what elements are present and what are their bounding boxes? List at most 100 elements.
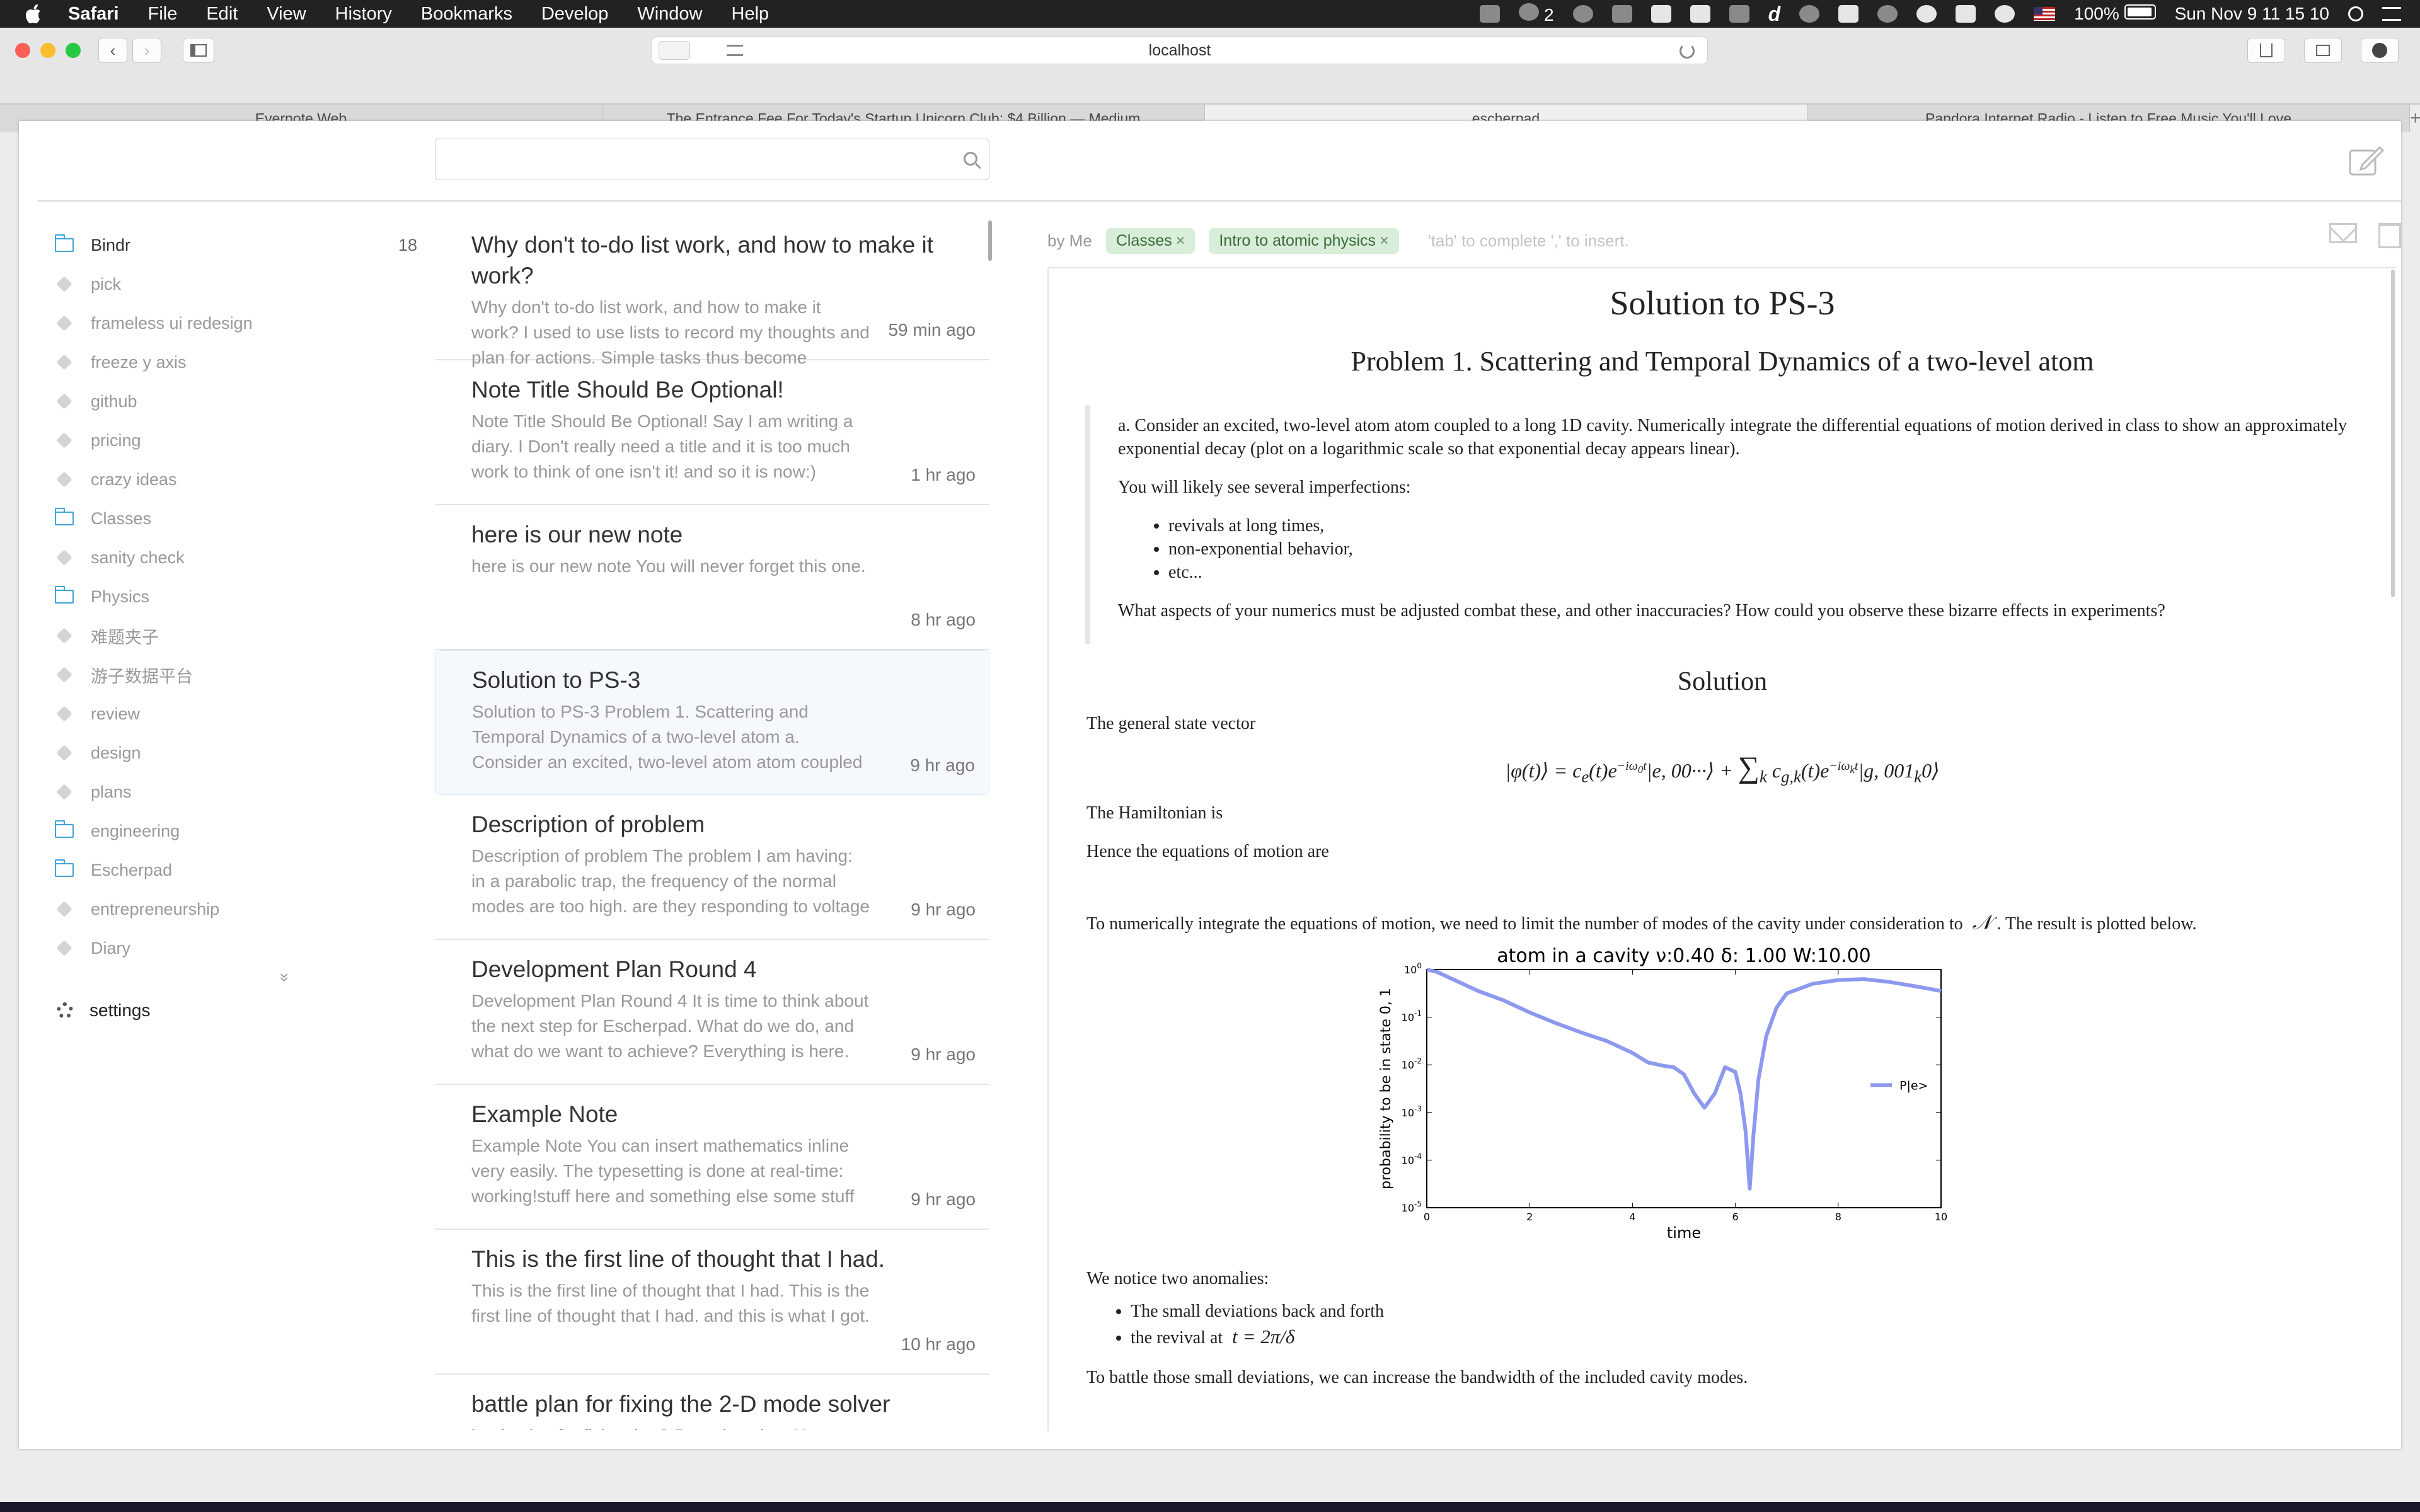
sidebar-item-folder[interactable]: Classes <box>52 499 417 538</box>
close-window-button[interactable] <box>15 43 30 58</box>
bluetooth-icon[interactable] <box>1916 5 1937 23</box>
note-list-item[interactable]: Why don't to-do list work, and how to ma… <box>435 215 989 367</box>
sidebar-item-tag[interactable]: frameless ui redesign <box>52 304 417 343</box>
wifi-icon[interactable] <box>1995 5 2015 23</box>
spotlight-icon[interactable] <box>2348 6 2363 21</box>
sidebar-item-tag[interactable]: 难题夹子 <box>52 616 417 655</box>
sidebar-item-tag[interactable]: 游子数据平台 <box>52 655 417 694</box>
note-list-item[interactable]: This is the first line of thought that I… <box>435 1230 989 1375</box>
tabs-overview-button[interactable] <box>2304 38 2342 63</box>
trash-icon[interactable] <box>2378 223 2401 248</box>
notification-status[interactable]: 2 <box>1519 3 1554 25</box>
reader-icon[interactable] <box>727 45 743 56</box>
menu-view[interactable]: View <box>267 4 306 25</box>
menu-develop[interactable]: Develop <box>541 4 608 25</box>
sidebar-item-tag[interactable]: freeze y axis <box>52 343 417 382</box>
menu-edit[interactable]: Edit <box>206 4 238 25</box>
menu-history[interactable]: History <box>335 4 392 25</box>
apple-icon[interactable] <box>0 3 68 25</box>
sidebar-item-tag[interactable]: sanity check <box>52 538 417 577</box>
d-app-icon[interactable]: d <box>1768 3 1781 26</box>
sidebar-icon <box>190 44 207 57</box>
anomaly-list: The small deviations back and forth the … <box>1131 1299 2396 1351</box>
sidebar-item-folder[interactable]: Physics <box>52 577 417 616</box>
dropbox-icon[interactable] <box>1651 5 1671 23</box>
sidebar-item-tag[interactable]: crazy ideas <box>52 460 417 499</box>
forward-button[interactable]: › <box>132 38 161 63</box>
mail-icon[interactable] <box>2329 223 2357 243</box>
notification-center-icon[interactable] <box>2382 7 2401 21</box>
screen-status-icon[interactable] <box>1729 5 1749 23</box>
note-list-item[interactable]: Solution to PS-3 Solution to PS-3 Problem… <box>435 650 989 795</box>
settings-link[interactable]: settings <box>52 993 417 1028</box>
time-machine-icon[interactable] <box>1877 5 1898 23</box>
sidebar-item-tag[interactable]: entrepreneurship <box>52 890 417 929</box>
note-list-scrollbar[interactable] <box>988 220 992 261</box>
note-title: battle plan for fixing the 2-D mode solv… <box>471 1391 890 1417</box>
note-list-item[interactable]: Note Title Should Be Optional! Note Title… <box>435 360 989 505</box>
clock[interactable]: Sun Nov 9 11 15 10 <box>2175 4 2329 24</box>
document-scrollbar[interactable] <box>2391 270 2395 597</box>
menu-help[interactable]: Help <box>732 4 769 25</box>
tag-input[interactable]: 'tab' to complete ',' to insert. <box>1428 231 1629 251</box>
tag-chip-atomic-physics[interactable]: Intro to atomic physics × <box>1209 227 1399 254</box>
sidebar-item-folder[interactable]: Escherpad <box>52 850 417 890</box>
sidebar-item-tag[interactable]: pricing <box>52 421 417 460</box>
x-tick-label: 4 <box>1629 1211 1635 1223</box>
menu-window[interactable]: Window <box>637 4 702 25</box>
sidebar-item-tag[interactable]: plans <box>52 772 417 811</box>
reload-icon[interactable] <box>1680 43 1695 59</box>
tag-chip-classes[interactable]: Classes × <box>1105 227 1196 254</box>
compose-button[interactable] <box>2348 145 2385 176</box>
x-tick-label: 0 <box>1424 1211 1430 1223</box>
menu-app-name[interactable]: Safari <box>68 4 119 25</box>
sidebar-item-tag[interactable]: Diary <box>52 929 417 968</box>
bookmark-status-icon[interactable] <box>1611 5 1632 23</box>
sidebar-more-button[interactable]: » <box>52 968 417 993</box>
back-button[interactable]: ‹ <box>98 38 127 63</box>
zoom-window-button[interactable] <box>66 43 81 58</box>
y-tick-exponent: 0 <box>1417 961 1422 970</box>
menu-file[interactable]: File <box>148 4 178 25</box>
y-tick-exponent: -2 <box>1414 1057 1422 1066</box>
window-status-icon[interactable] <box>1690 5 1710 23</box>
share-button[interactable] <box>2247 38 2285 63</box>
minimize-window-button[interactable] <box>40 43 55 58</box>
sphere-status-icon[interactable] <box>1799 5 1820 23</box>
airplay-icon[interactable] <box>1838 5 1859 23</box>
sidebar-root-bindr[interactable]: Bindr 18 <box>52 226 417 265</box>
menu-bookmarks[interactable]: Bookmarks <box>421 4 512 25</box>
evernote-status-icon[interactable] <box>1480 5 1501 23</box>
remove-tag-icon[interactable]: × <box>1380 232 1389 249</box>
search-input[interactable] <box>435 139 989 180</box>
bell-status-icon <box>1519 3 1540 21</box>
sidebar-item-label: pick <box>91 274 122 294</box>
us-flag-icon[interactable] <box>2034 7 2056 21</box>
sidebar-item-tag[interactable]: github <box>52 382 417 421</box>
pocket-icon[interactable] <box>659 41 690 60</box>
sidebar-toggle-button[interactable] <box>183 38 214 63</box>
folder-icon <box>55 234 74 252</box>
sidebar-item-label: sanity check <box>91 547 185 567</box>
downloads-button[interactable] <box>2361 38 2399 63</box>
note-list-item[interactable]: battle plan for fixing the 2-D mode solv… <box>435 1375 989 1430</box>
remove-tag-icon[interactable]: × <box>1176 232 1185 249</box>
tabs-icon <box>2316 45 2330 56</box>
new-tab-button[interactable]: + <box>2410 105 2420 132</box>
alert-status-icon[interactable] <box>1572 5 1593 23</box>
sidebar-item-folder[interactable]: engineering <box>52 811 417 850</box>
sidebar-item-tag[interactable]: pick <box>52 265 417 304</box>
note-snippet: Description of problem The problem I am … <box>471 846 870 916</box>
problem-bullet: revivals at long times, <box>1168 514 2358 537</box>
note-list-item[interactable]: Description of problem Description of pro… <box>435 795 989 940</box>
volume-icon[interactable] <box>1956 5 1976 23</box>
sidebar-item-tag[interactable]: design <box>52 733 417 772</box>
note-document[interactable]: Solution to PS-3 Problem 1. Scattering a… <box>1047 267 2396 1431</box>
y-tick-label: 10-2 <box>1402 1057 1422 1072</box>
battery-status[interactable]: 100% <box>2074 4 2156 24</box>
address-bar[interactable]: localhost <box>652 37 1708 64</box>
note-list-item[interactable]: here is our new note here is our new note… <box>435 505 989 650</box>
note-list-item[interactable]: Development Plan Round 4 Development Plan… <box>435 940 989 1085</box>
note-list-item[interactable]: Example Note Example Note You can insert … <box>435 1085 989 1230</box>
sidebar-item-tag[interactable]: review <box>52 694 417 733</box>
